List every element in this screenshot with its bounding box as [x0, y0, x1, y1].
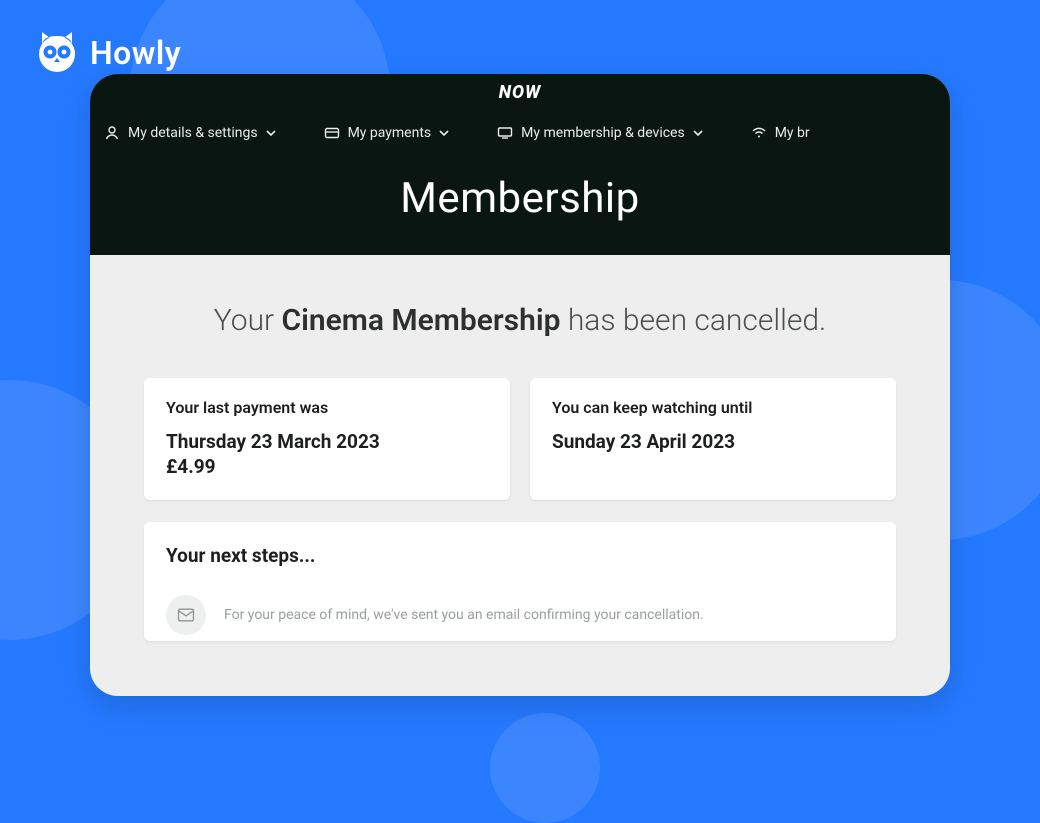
- app-panel: NOW My details & settings: [90, 74, 950, 696]
- last-payment-date: Thursday 23 March 2023: [166, 429, 488, 455]
- last-payment-card: Your last payment was Thursday 23 March …: [144, 378, 510, 500]
- headline-bold: Cinema Membership: [281, 303, 560, 338]
- watch-until-date: Sunday 23 April 2023: [552, 429, 874, 455]
- step-email-text: For your peace of mind, we've sent you a…: [224, 607, 704, 623]
- cancellation-headline: Your Cinema Membership has been cancelle…: [144, 301, 896, 342]
- nav-label: My membership & devices: [521, 125, 685, 141]
- nav-label: My payments: [348, 125, 432, 141]
- headline-prefix: Your: [214, 303, 282, 338]
- nav-bar: My details & settings My payments: [90, 110, 950, 156]
- owl-icon: [34, 30, 80, 76]
- nav-label: My br: [775, 125, 810, 141]
- content-area: Your Cinema Membership has been cancelle…: [90, 255, 950, 641]
- next-steps-title: Your next steps...: [166, 544, 874, 567]
- watch-until-card: You can keep watching until Sunday 23 Ap…: [530, 378, 896, 500]
- headline-suffix: has been cancelled.: [561, 303, 827, 338]
- brand-bar: NOW: [90, 74, 950, 110]
- chevron-down-icon: [439, 128, 449, 138]
- devices-icon: [497, 125, 513, 141]
- last-payment-label: Your last payment was: [166, 398, 488, 417]
- howly-logo: Howly: [34, 30, 181, 76]
- watch-until-label: You can keep watching until: [552, 398, 874, 417]
- info-cards-row: Your last payment was Thursday 23 March …: [144, 378, 896, 500]
- wifi-icon: [751, 125, 767, 141]
- nav-my-membership[interactable]: My membership & devices: [497, 125, 703, 141]
- nav-label: My details & settings: [128, 125, 258, 141]
- nav-my-details[interactable]: My details & settings: [104, 125, 276, 141]
- chevron-down-icon: [693, 128, 703, 138]
- nav-my-broadband[interactable]: My br: [751, 125, 810, 141]
- step-email-row: For your peace of mind, we've sent you a…: [166, 595, 874, 635]
- mail-icon: [166, 595, 206, 635]
- howly-wordmark: Howly: [90, 34, 181, 72]
- now-logo: NOW: [499, 82, 542, 103]
- app-header: NOW My details & settings: [90, 74, 950, 255]
- bg-circle: [490, 713, 600, 823]
- user-icon: [104, 125, 120, 141]
- last-payment-amount: £4.99: [166, 454, 488, 480]
- card-icon: [324, 125, 340, 141]
- page-title: Membership: [90, 156, 950, 255]
- nav-my-payments[interactable]: My payments: [324, 125, 450, 141]
- next-steps-card: Your next steps... For your peace of min…: [144, 522, 896, 641]
- chevron-down-icon: [266, 128, 276, 138]
